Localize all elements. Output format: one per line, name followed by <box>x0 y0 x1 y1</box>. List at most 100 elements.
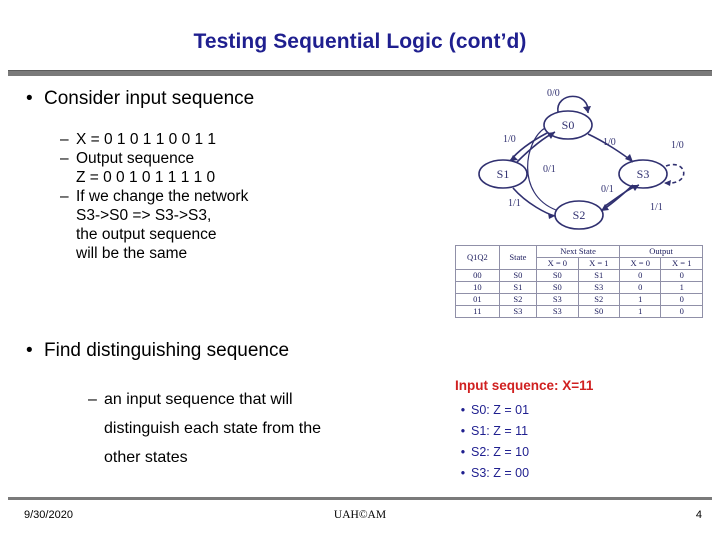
list-item: • S3: Z = 00 <box>455 463 529 484</box>
state-table: Q1Q2 State Next State Output X = 0 X = 1… <box>455 245 703 318</box>
cell-state: S1 <box>498 281 538 294</box>
cell-next-x1: S1 <box>577 269 621 282</box>
header-next-x0: X = 0 <box>536 257 579 270</box>
cell-out-x1: 0 <box>660 293 703 306</box>
header-out-x0: X = 0 <box>619 257 662 270</box>
cell-next-x1: S0 <box>577 305 621 318</box>
list-item-text: S0: Z = 01 <box>471 403 530 417</box>
sub-input-sequence-distinguish: – an input sequence that will distinguish… <box>88 385 321 472</box>
bullet-dot-icon: • <box>460 424 466 438</box>
edge-label-1: 1/0 <box>503 134 516 145</box>
edge-label-2: 0/1 <box>543 164 556 175</box>
bullet-dot-icon: • <box>26 340 33 361</box>
bullet-consider-input-sequence: • Consider input sequence <box>26 88 254 110</box>
cell-q: 00 <box>455 269 500 282</box>
sub-line-text: other states <box>104 449 188 466</box>
cell-state: S2 <box>498 293 538 306</box>
header-output: Output <box>619 245 703 258</box>
sub-line-text: S3->S0 => S3->S3, <box>76 207 212 224</box>
cell-next-x0: S3 <box>536 293 579 306</box>
state-diagram: S0 S1 S3 S2 0/0 1/0 1/0 1/0 0/1 1/1 1/1 … <box>455 82 705 237</box>
edge-arrow <box>625 154 633 162</box>
state-label-s3: S3 <box>637 167 650 181</box>
cell-out-x0: 0 <box>619 269 662 282</box>
state-label-s2: S2 <box>573 208 586 222</box>
table-row: 10 S1 S0 S3 0 1 <box>455 281 703 294</box>
cell-state: S0 <box>498 269 538 282</box>
page-title: Testing Sequential Logic (cont’d) <box>193 30 527 53</box>
header-state: State <box>498 245 538 270</box>
cell-q: 10 <box>455 281 500 294</box>
list-item: • S0: Z = 01 <box>455 400 529 421</box>
edge-label-3: 1/0 <box>603 137 616 148</box>
table-row: 00 S0 S0 S1 0 0 <box>455 269 703 282</box>
bullet-find-distinguishing-sequence: • Find distinguishing sequence <box>26 340 289 362</box>
list-item: • S2: Z = 10 <box>455 442 529 463</box>
sub-output-sequence: – Output sequence Z = 0 0 1 0 1 1 1 1 0 <box>60 149 215 187</box>
edge-label-5: 1/0 <box>671 140 684 151</box>
footer-divider <box>8 497 712 500</box>
state-label-s1: S1 <box>497 167 510 181</box>
cell-next-x1: S2 <box>577 293 621 306</box>
cell-state: S3 <box>498 305 538 318</box>
state-transition-table: Q1Q2 State Next State Output X = 0 X = 1… <box>455 245 703 337</box>
edge-label-7: 1/1 <box>650 202 663 213</box>
list-item: • S1: Z = 11 <box>455 421 529 442</box>
cell-out-x0: 0 <box>619 281 662 294</box>
cell-out-x0: 1 <box>619 293 662 306</box>
title-divider <box>8 70 712 76</box>
bullet-dot-icon: • <box>460 403 466 417</box>
cell-next-x0: S0 <box>536 281 579 294</box>
table-header-group-row: Q1Q2 State Next State Output <box>455 245 703 270</box>
cell-q: 01 <box>455 293 500 306</box>
bullet-dot-icon: • <box>460 466 466 480</box>
cell-next-x1: S3 <box>577 281 621 294</box>
edge-arrow <box>548 213 555 219</box>
input-sequence-heading: Input sequence: X=11 <box>455 378 594 393</box>
list-item-text: S3: Z = 00 <box>471 466 530 480</box>
edge-label-4: 0/1 <box>601 184 614 195</box>
state-diagram-svg: S0 S1 S3 S2 0/0 1/0 1/0 1/0 0/1 1/1 1/1 … <box>478 88 685 230</box>
footer-page-number: 4 <box>695 509 702 521</box>
bullet-label: Find distinguishing sequence <box>44 340 290 361</box>
list-item-text: S2: Z = 10 <box>471 445 530 459</box>
table-row: 11 S3 S3 S0 1 0 <box>455 305 703 318</box>
header-q1q2: Q1Q2 <box>455 245 500 270</box>
header-next-state: Next State <box>536 245 621 258</box>
sub-line-text: distinguish each state from the <box>104 420 322 437</box>
cell-q: 11 <box>455 305 500 318</box>
dash-icon: – <box>60 150 69 167</box>
edge-label-6: 1/1 <box>508 198 521 209</box>
footer-center-text: UAH©AM <box>333 509 387 521</box>
list-item-text: S1: Z = 11 <box>471 424 529 438</box>
sub-x-sequence: – X = 0 1 0 1 1 0 0 1 1 <box>60 130 216 149</box>
sub-change-network: – If we change the network S3->S0 => S3->… <box>60 187 248 263</box>
sub-line-text: If we change the network <box>76 188 249 205</box>
header-out-x1: X = 1 <box>660 257 703 270</box>
sub-line-text: Output sequence <box>76 150 195 167</box>
bullet-dot-icon: • <box>26 88 33 109</box>
cell-next-x0: S3 <box>536 305 579 318</box>
edge-label-0: 0/0 <box>547 88 560 99</box>
edge-arrow <box>583 106 591 113</box>
cell-out-x0: 1 <box>619 305 662 318</box>
cell-out-x1: 1 <box>660 281 703 294</box>
sub-line-text: X = 0 1 0 1 1 0 0 1 1 <box>76 131 217 148</box>
header-next-x1: X = 1 <box>577 257 621 270</box>
sub-line-text: will be the same <box>76 245 188 262</box>
cell-next-x0: S0 <box>536 269 579 282</box>
cell-out-x1: 0 <box>660 269 703 282</box>
bullet-label: Consider input sequence <box>44 88 255 109</box>
sub-line-text: Z = 0 0 1 0 1 1 1 1 0 <box>76 169 216 186</box>
slide: Testing Sequential Logic (cont’d) • Consi… <box>0 0 720 540</box>
dash-icon: – <box>88 391 97 408</box>
cell-out-x1: 0 <box>660 305 703 318</box>
sub-line-text: an input sequence that will <box>104 391 293 408</box>
input-sequence-list: • S0: Z = 01 • S1: Z = 11 • S2: Z = 10 • S3:… <box>455 400 529 484</box>
dash-icon: – <box>60 188 69 205</box>
table-row: 01 S2 S3 S2 1 0 <box>455 293 703 306</box>
sub-line-text: the output sequence <box>76 226 217 243</box>
bullet-dot-icon: • <box>460 445 466 459</box>
state-label-s0: S0 <box>562 118 575 132</box>
dash-icon: – <box>60 131 69 148</box>
